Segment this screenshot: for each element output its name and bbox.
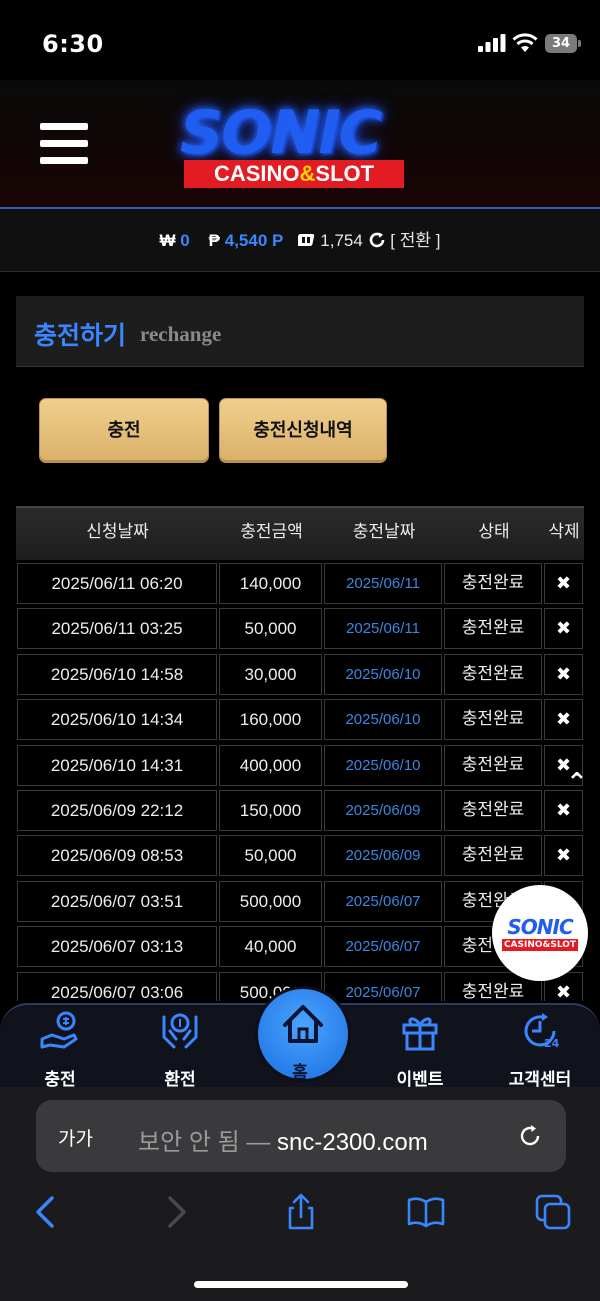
page-title: 충전하기 [34,321,127,350]
badge-logo-text: SONIC [507,915,573,939]
cell-amount: 30,000 [219,653,322,695]
table-row: 2025/06/09 22:12 150,000 2025/06/09 충전완료… [16,788,584,833]
won-icon: ₩ [159,231,176,250]
cellular-signal-icon [478,34,506,52]
point-balance: 4,540 P [224,231,284,250]
svg-text:24: 24 [544,1037,560,1050]
battery-tip [578,40,581,47]
delete-icon[interactable]: ✖ [544,653,583,695]
cell-charge-date: 2025/06/09 [324,835,442,877]
col-header-amount: 충전금액 [240,522,303,542]
nav-event[interactable]: 이벤트 [375,1003,465,1090]
cell-charge-date: 2025/06/10 [324,699,442,741]
delete-icon[interactable]: ✖ [544,699,583,741]
delete-icon[interactable]: ✖ [544,563,583,604]
cell-charge-date: 2025/06/10 [324,653,442,695]
cell-amount: 500,000 [219,880,322,922]
nav-exchange[interactable]: 환전 [135,1003,225,1090]
charge-button[interactable]: 충전 [39,398,209,463]
url-domain: snc-2300.com [277,1129,428,1156]
cell-amount: 40,000 [219,926,322,968]
cell-request-date: 2025/06/07 03:51 [17,880,217,922]
home-icon [283,1005,323,1043]
battery-icon: 34 [545,34,577,53]
chip-balance: 1,754 [320,231,363,250]
col-header-status: 상태 [478,522,510,542]
logo-sonic[interactable]: SONIC [180,98,430,168]
chip-icon [295,234,314,246]
table-row: 2025/06/11 03:25 50,000 2025/06/11 충전완료 … [16,606,584,651]
wifi-icon [512,33,538,52]
insecure-label: 보안 안 됨 — [138,1129,277,1156]
cell-status: 충전완료 [444,835,542,877]
cell-request-date: 2025/06/09 22:12 [17,789,217,831]
delete-icon[interactable]: ✖ [544,608,583,650]
cell-request-date: 2025/06/09 08:53 [17,835,217,877]
cell-amount: 140,000 [219,563,322,604]
table-row: 2025/06/09 08:53 50,000 2025/06/09 충전완료 … [16,833,584,878]
back-icon[interactable] [26,1192,66,1232]
cell-charge-date: 2025/06/09 [324,789,442,831]
cell-charge-date: 2025/06/11 [324,563,442,604]
cell-amount: 50,000 [219,608,322,650]
hamburger-menu-icon[interactable] [40,123,88,165]
status-time: 6:30 [42,30,104,58]
cell-charge-date: 2025/06/07 [324,880,442,922]
cell-status: 충전완료 [444,789,542,831]
floating-logo-button[interactable]: SONIC CASINO&SLOT [492,885,588,981]
exchange-hands-coin-icon [162,1013,198,1049]
logo-casino-slot[interactable]: CASINO&SLOT [184,160,404,188]
cell-request-date: 2025/06/10 14:31 [17,744,217,786]
table-row: 2025/06/10 14:34 160,000 2025/06/10 충전완료… [16,697,584,742]
cell-charge-date: 2025/06/10 [324,744,442,786]
cell-request-date: 2025/06/07 03:13 [17,926,217,968]
delete-icon[interactable]: ✖ [544,835,583,877]
charge-hand-coin-icon [40,1011,78,1049]
cell-status: 충전완료 [444,563,542,604]
cell-status: 충전완료 [444,744,542,786]
col-header-charge-date: 충전날짜 [352,522,416,542]
cell-amount: 400,000 [219,744,322,786]
gift-icon [402,1017,438,1051]
col-header-delete: 삭제 [548,522,580,542]
cell-status: 충전완료 [444,608,542,650]
cell-charge-date: 2025/06/11 [324,608,442,650]
home-indicator[interactable] [194,1281,408,1288]
convert-button[interactable]: [ 전환 ] [390,231,440,250]
share-icon[interactable] [281,1192,321,1232]
tabs-icon[interactable] [533,1192,573,1232]
point-icon: ₱ [208,231,221,250]
cell-request-date: 2025/06/10 14:58 [17,653,217,695]
cell-status: 충전완료 [444,699,542,741]
table-row: 2025/06/10 14:31 400,000 2025/06/10 충전완료… [16,743,584,788]
cell-request-date: 2025/06/10 14:34 [17,699,217,741]
text-size-button[interactable]: 가가 [58,1124,93,1151]
url-text[interactable]: 보안 안 됨 — snc-2300.com [138,1122,428,1157]
col-header-request-date: 신청날짜 [86,522,149,542]
reload-icon[interactable] [516,1122,544,1150]
cell-charge-date: 2025/06/07 [324,926,442,968]
cell-status: 충전완료 [444,653,542,695]
cell-request-date: 2025/06/07 03:06 [17,971,217,1001]
cell-request-date: 2025/06/11 06:20 [17,563,217,604]
badge-logo-sub: CASINO&SLOT [502,939,578,951]
cell-amount: 50,000 [219,835,322,877]
refresh-icon[interactable] [368,231,386,249]
forward-icon[interactable] [156,1192,196,1232]
charge-history-button[interactable]: 충전신청내역 [219,398,387,463]
cell-amount: 150,000 [219,789,322,831]
bookmarks-icon[interactable] [406,1192,446,1232]
cell-request-date: 2025/06/11 03:25 [17,608,217,650]
nav-support[interactable]: 24 고객센터 [495,1003,585,1090]
table-row: 2025/06/10 14:58 30,000 2025/06/10 충전완료 … [16,652,584,697]
support-24-icon: 24 [524,1013,560,1050]
nav-home-label: 홈 [292,1063,308,1083]
nav-charge[interactable]: 충전 [15,1003,105,1090]
page-subtitle: rechange [140,322,222,346]
scroll-top-icon[interactable]: ⌃ [566,770,592,796]
cell-amount: 160,000 [219,699,322,741]
won-balance: 0 [180,231,190,250]
table-row: 2025/06/11 06:20 140,000 2025/06/11 충전완료… [16,561,584,606]
balance-row: ₩ 0 ₱ 4,540 P 1,754 [ 전환 ] [0,226,600,256]
